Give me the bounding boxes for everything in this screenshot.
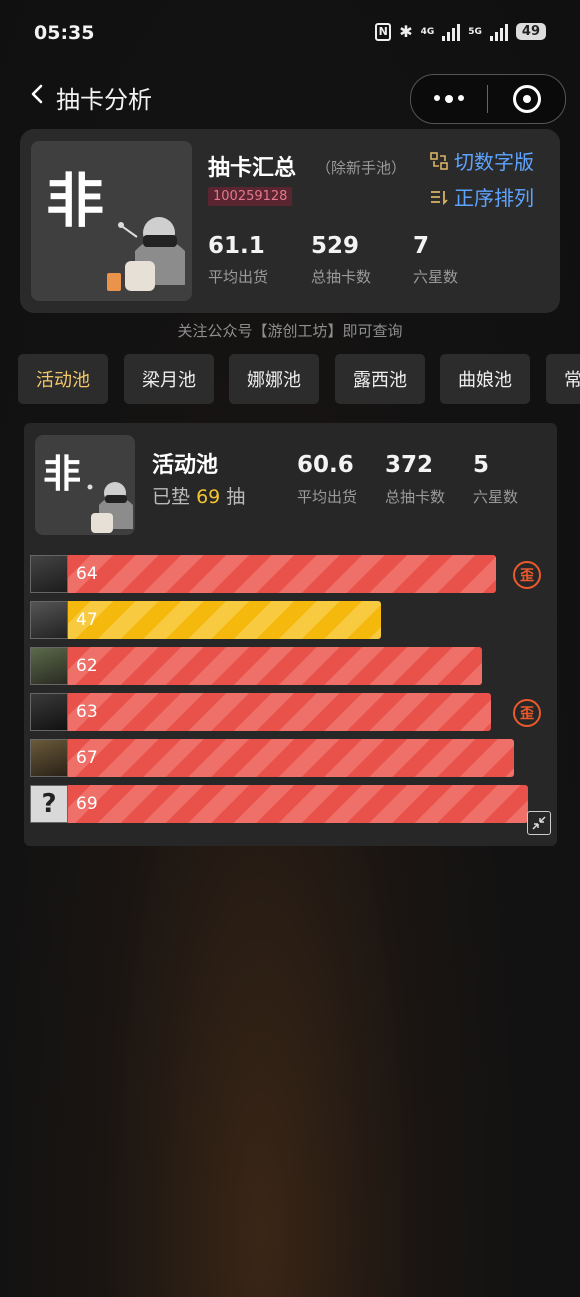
summary-total-value: 529 (311, 233, 360, 259)
pull-count: 62 (76, 656, 98, 676)
tab-quniang-pool[interactable]: 曲娘池 (440, 354, 530, 404)
character-thumbnail (30, 647, 68, 685)
unknown-character-icon: ? (30, 785, 68, 823)
summary-six-star-value: 7 (413, 233, 430, 259)
character-thumbnail (30, 555, 68, 593)
tab-nana-pool[interactable]: 娜娜池 (229, 354, 319, 404)
pull-bar: 64 (68, 555, 496, 593)
tab-liangyue-pool[interactable]: 梁月池 (124, 354, 214, 404)
sort-order-label: 正序排列 (454, 186, 534, 210)
pull-count: 67 (76, 748, 98, 768)
pull-bar: 63 (68, 693, 491, 731)
pull-bar: 67 (68, 739, 514, 777)
pool-six-star-label: 六星数 (473, 488, 519, 506)
uid-badge: 100259128 (208, 187, 293, 206)
pool-six-star-value: 5 (473, 452, 490, 478)
page-title: 抽卡分析 (56, 86, 152, 114)
pull-count: 69 (76, 794, 98, 814)
pool-avg-value: 60.6 (297, 452, 354, 478)
pity-suffix: 抽 (226, 486, 246, 508)
pool-avg-label: 平均出货 (297, 488, 358, 506)
pool-avatar-char: 非 (43, 452, 82, 496)
summary-avg-value: 61.1 (208, 233, 265, 259)
more-menu-icon[interactable] (411, 95, 487, 103)
tab-lucy-pool[interactable]: 露西池 (335, 354, 425, 404)
pity-count: 69 (196, 486, 221, 508)
off-rate-badge: 歪 (513, 699, 541, 727)
collapse-icon[interactable] (527, 811, 551, 835)
pool-title: 活动池 (152, 453, 219, 478)
character-thumbnail (30, 739, 68, 777)
signal-icon (442, 23, 461, 41)
signal-icon-2 (489, 23, 508, 41)
pity-prefix: 已垫 (152, 486, 191, 508)
off-rate-badge: 歪 (513, 561, 541, 589)
switch-icon (430, 151, 448, 170)
sort-icon (431, 190, 448, 205)
summary-avg-label: 平均出货 (208, 268, 269, 286)
pull-bar: 69 (68, 785, 528, 823)
status-time: 05:35 (34, 22, 95, 44)
pull-count: 64 (76, 564, 98, 584)
net-5g-label: 5G (468, 26, 482, 37)
pull-bar: 47 (68, 601, 381, 639)
pull-count: 47 (76, 610, 98, 630)
tab-event-pool[interactable]: 活动池 (18, 354, 108, 404)
mini-program-capsule (410, 74, 566, 124)
character-thumbnail (30, 601, 68, 639)
pool-pity: 已垫 69 抽 (152, 482, 245, 509)
pool-total-label: 总抽卡数 (385, 488, 446, 506)
battery-icon: 49 (515, 23, 546, 40)
summary-title: 抽卡汇总 (208, 156, 297, 181)
sort-order-button[interactable]: 正序排列 (430, 182, 534, 211)
close-target-icon[interactable] (488, 85, 565, 113)
pool-total-value: 372 (385, 452, 434, 478)
nfc-icon: N (375, 22, 392, 41)
pull-count: 63 (76, 702, 98, 722)
toggle-numeric-button[interactable]: 切数字版 (430, 146, 534, 175)
summary-subtitle: （除新手池） (316, 159, 407, 177)
status-icons: N ✱ 4G 5G 49 (375, 22, 546, 41)
bluetooth-icon: ✱ (399, 22, 413, 41)
tab-standard-pool[interactable]: 常 (546, 354, 580, 404)
character-thumbnail (30, 693, 68, 731)
net-4g-label: 4G (420, 26, 435, 37)
summary-total-label: 总抽卡数 (311, 268, 372, 286)
toggle-numeric-label: 切数字版 (454, 150, 534, 174)
summary-avatar-char: 非 (46, 167, 105, 235)
back-arrow-icon[interactable] (26, 82, 50, 106)
pull-bar: 62 (68, 647, 482, 685)
notice-text: 关注公众号【游创工坊】即可查询 (177, 322, 403, 340)
summary-six-star-label: 六星数 (413, 268, 459, 286)
